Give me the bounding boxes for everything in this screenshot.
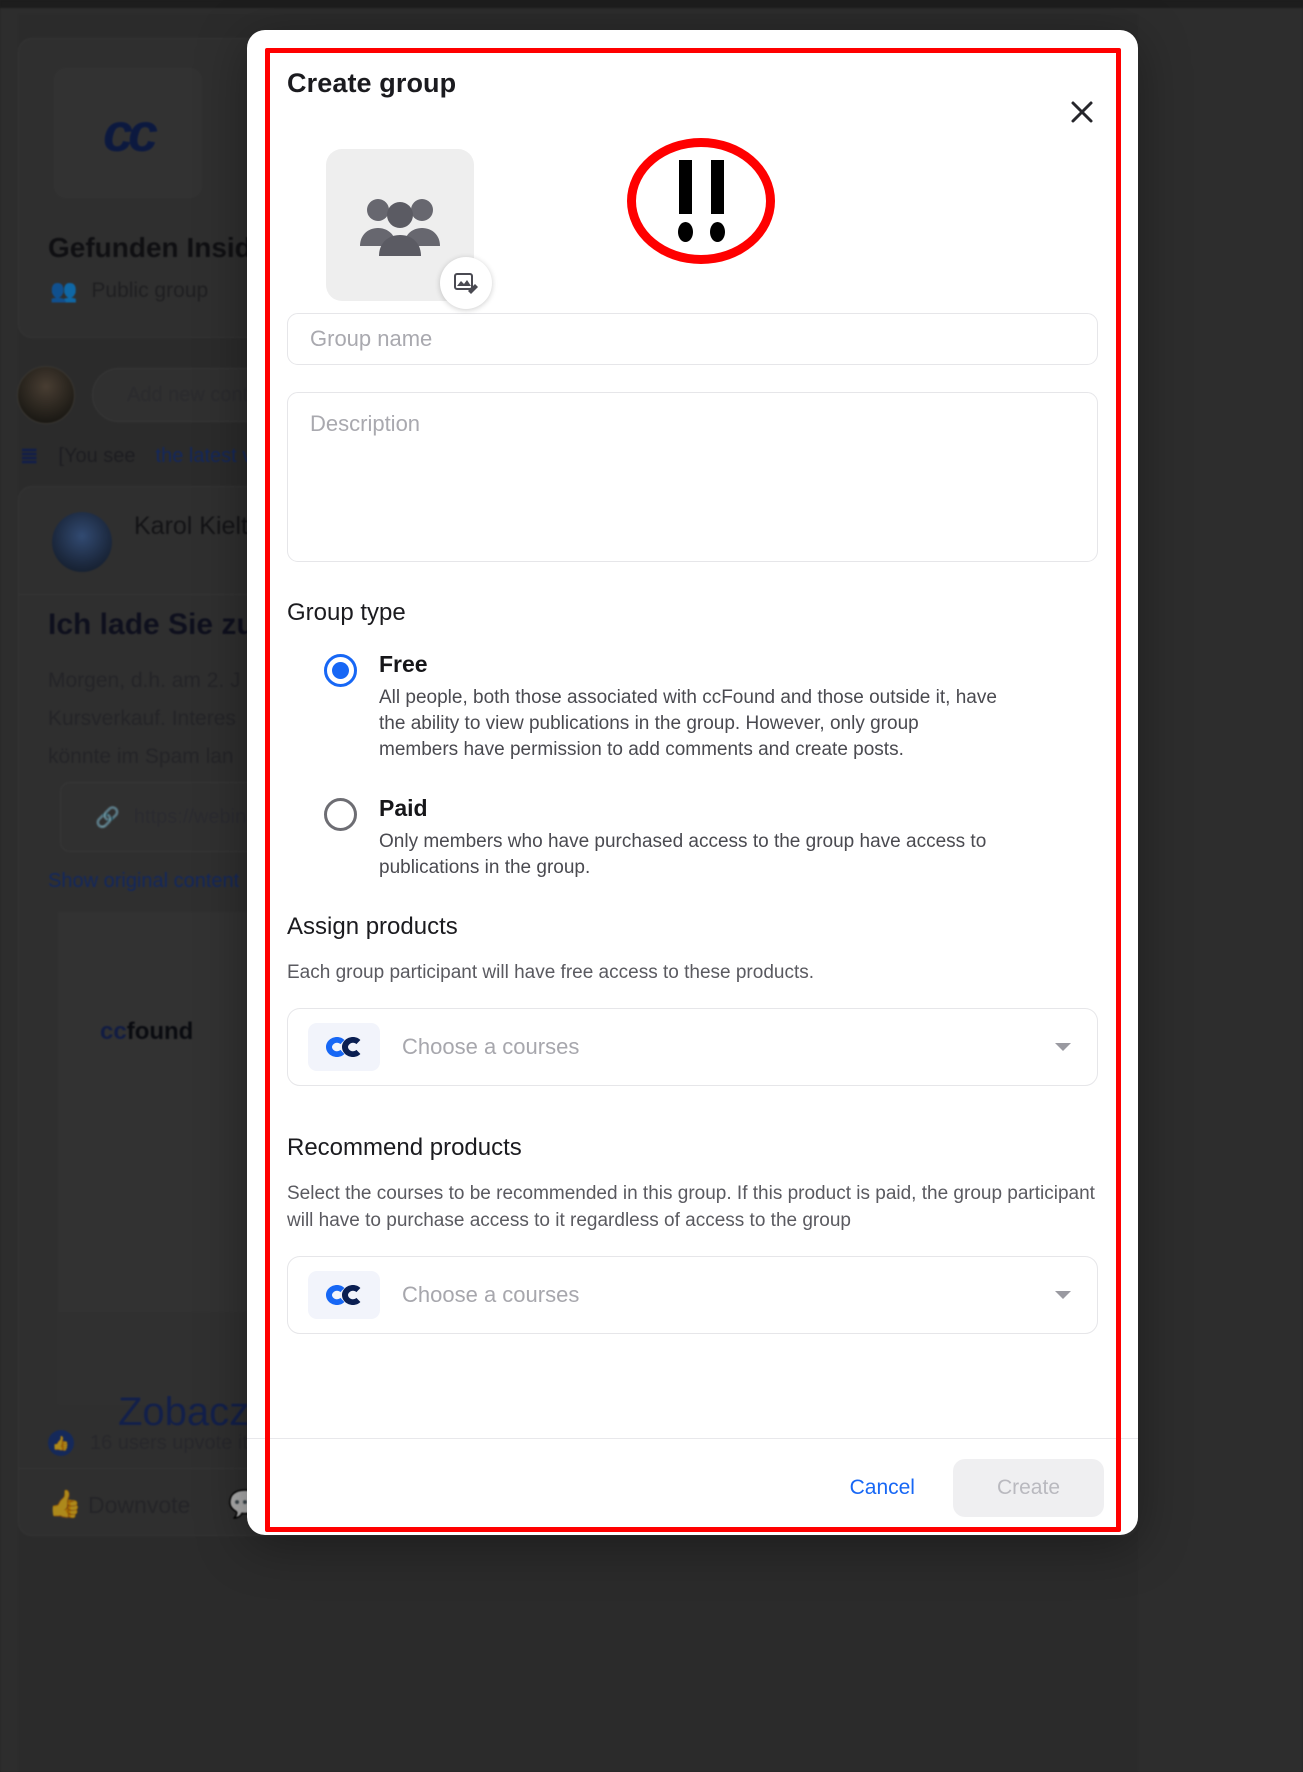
radio-paid-description: Only members who have purchased access t… [379,831,987,878]
ccfound-logo-icon [308,1271,380,1319]
group-name-placeholder: Group name [310,326,433,351]
assign-products-placeholder: Choose a courses [402,1034,580,1059]
group-type-option-paid[interactable]: Paid Only members who have purchased acc… [287,795,1098,881]
assign-products-select[interactable]: Choose a courses [287,1008,1098,1086]
radio-paid[interactable] [324,798,357,831]
recommend-products-placeholder: Choose a courses [402,1282,580,1307]
assign-products-description: Each group participant will have free ac… [287,962,815,983]
recommend-products-select[interactable]: Choose a courses [287,1256,1098,1334]
screen: cc Gefunden Inside 👥 Public group Add ne… [0,0,1303,1772]
radio-free-label: Free [379,651,428,677]
cancel-button[interactable]: Cancel [840,1468,925,1508]
recommend-products-description: Select the courses to be recommended in … [287,1183,1095,1231]
group-type-heading: Group type [287,599,406,626]
chevron-down-icon [1055,1043,1071,1051]
radio-free[interactable] [324,654,357,687]
divider [247,1438,1138,1439]
group-people-icon [360,199,440,256]
double-exclamation-circle-icon [627,138,775,264]
group-type-option-free[interactable]: Free All people, both those associated w… [287,651,1098,763]
assign-products-heading: Assign products [287,913,458,940]
description-input[interactable]: Description [287,392,1098,562]
dialog-title: Create group [287,68,457,98]
create-button[interactable]: Create [952,1459,1104,1517]
description-placeholder: Description [310,411,421,436]
group-name-input[interactable]: Group name [287,313,1098,365]
radio-paid-label: Paid [379,795,428,821]
close-icon[interactable] [1062,92,1102,132]
ccfound-logo-icon [308,1023,380,1071]
group-type-options: Free All people, both those associated w… [287,651,1098,881]
edit-image-icon[interactable] [440,257,492,309]
dialog-footer: Cancel Create [840,1459,1104,1517]
recommend-products-heading: Recommend products [287,1134,522,1161]
chevron-down-icon [1055,1291,1071,1299]
radio-free-description: All people, both those associated with c… [379,687,997,760]
